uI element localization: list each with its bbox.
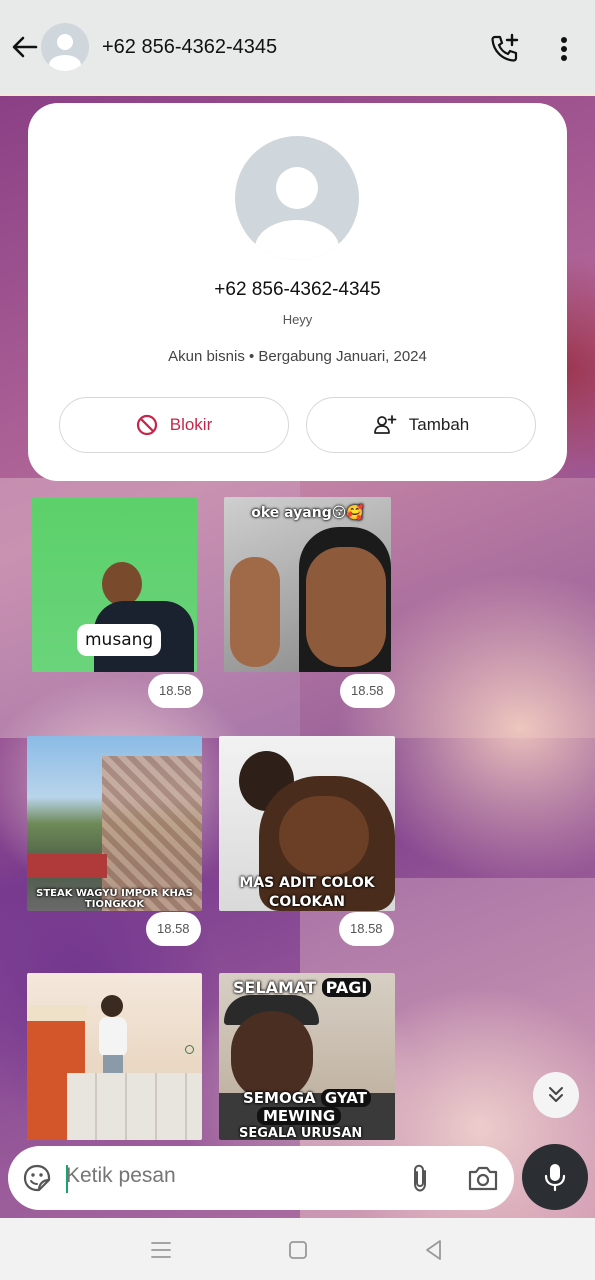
- profile-phone: +62 856-4362-4345: [214, 279, 381, 300]
- arrow-back-icon[interactable]: [8, 30, 42, 64]
- image-caption: SEGALA URUSAN: [239, 1126, 363, 1140]
- more-vertical-icon[interactable]: [552, 32, 576, 66]
- message-time: 18.58: [148, 674, 203, 708]
- paperclip-icon[interactable]: [404, 1162, 436, 1194]
- caption-semoga: SEMOGA: [243, 1089, 316, 1107]
- profile-avatar[interactable]: [235, 136, 359, 260]
- add-call-icon[interactable]: [488, 32, 522, 66]
- image-caption: MEWING: [257, 1107, 342, 1125]
- contact-title[interactable]: +62 856-4362-4345: [102, 36, 277, 59]
- caption-selamat: SELAMAT: [233, 978, 317, 997]
- back-nav-icon[interactable]: [420, 1236, 448, 1264]
- sticker-icon[interactable]: [21, 1162, 53, 1194]
- image-message[interactable]: MAS ADIT COLOK COLOKAN: [219, 736, 395, 911]
- caption-gyat: GYAT: [320, 1089, 371, 1107]
- block-label: Blokir: [169, 415, 213, 434]
- recent-apps-icon[interactable]: [147, 1236, 175, 1264]
- image-caption: musang: [77, 624, 162, 656]
- message-time: 18.58: [340, 674, 395, 708]
- image-caption: SELAMAT PAGI: [233, 978, 372, 997]
- contact-avatar[interactable]: [41, 23, 89, 71]
- profile-meta: Akun bisnis • Bergabung Januari, 2024: [168, 348, 427, 365]
- camera-icon[interactable]: [466, 1162, 500, 1194]
- image-message[interactable]: musang: [32, 497, 197, 672]
- profile-status: Heyy: [282, 312, 313, 327]
- double-chevron-down-icon: [549, 1087, 563, 1102]
- add-label: Tambah: [408, 415, 470, 434]
- block-icon: [136, 414, 157, 436]
- image-message[interactable]: [27, 973, 202, 1140]
- image-caption: oke ayang😚🥰: [251, 505, 364, 521]
- block-button[interactable]: Blokir: [59, 397, 289, 453]
- message-time: 18.58: [339, 912, 394, 946]
- text-caret: [66, 1165, 68, 1193]
- microphone-icon: [544, 1164, 566, 1192]
- message-input[interactable]: [66, 1164, 386, 1188]
- image-caption: SEMOGA GYAT: [243, 1089, 371, 1107]
- image-message[interactable]: STEAK WAGYU IMPOR KHAS TIONGKOK: [27, 736, 202, 911]
- image-caption: MAS ADIT COLOK COLOKAN: [239, 875, 375, 910]
- add-person-icon: [373, 415, 397, 434]
- system-navigation-bar: [0, 1218, 595, 1280]
- voice-message-button[interactable]: [522, 1144, 588, 1210]
- caption-pagi: PAGI: [321, 978, 372, 997]
- image-caption: STEAK WAGYU IMPOR KHAS TIONGKOK: [36, 888, 193, 910]
- scroll-to-bottom-button[interactable]: [533, 1072, 579, 1118]
- chat-header: +62 856-4362-4345: [0, 0, 595, 96]
- message-composer: [8, 1146, 514, 1210]
- image-message[interactable]: SELAMAT PAGI SEMOGA GYAT MEWING SEGALA U…: [219, 973, 395, 1140]
- home-icon[interactable]: [284, 1236, 312, 1264]
- contact-info-card: +62 856-4362-4345 Heyy Akun bisnis • Ber…: [28, 103, 567, 481]
- image-message[interactable]: oke ayang😚🥰: [224, 497, 391, 672]
- message-time: 18.58: [146, 912, 201, 946]
- add-contact-button[interactable]: Tambah: [306, 397, 536, 453]
